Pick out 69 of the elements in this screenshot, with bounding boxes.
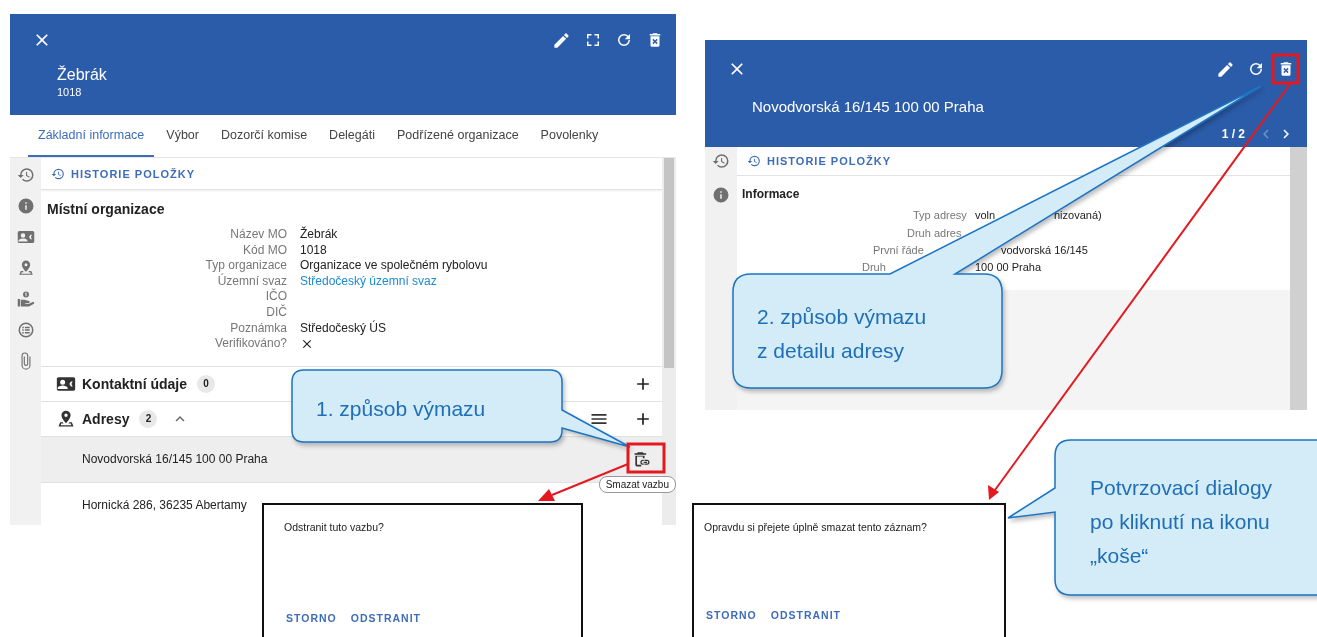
section-title: Místní organizace xyxy=(46,200,166,219)
info-icon[interactable] xyxy=(712,186,730,204)
history-icon xyxy=(51,166,65,181)
field-value: nizovaná) xyxy=(1054,208,1102,222)
field-label: Druh xyxy=(862,260,886,274)
panel-title[interactable]: Kontaktní údaje xyxy=(82,375,187,392)
field-label: IČO xyxy=(264,289,287,304)
panel-title[interactable]: Adresy xyxy=(82,410,130,427)
field-value: 1018 xyxy=(300,242,328,259)
callout-text: Potvrzovací dialogy po kliknutí na ikonu „koše“ xyxy=(1090,475,1273,569)
tab[interactable]: Dozorčí komise xyxy=(210,115,318,157)
refresh-icon[interactable] xyxy=(615,31,633,49)
callout-text: 1. způsob výmazu xyxy=(316,396,486,422)
field-label: Kód MO xyxy=(242,242,287,259)
window-subtitle: 1018 xyxy=(57,86,83,98)
refresh-icon[interactable] xyxy=(1247,60,1265,78)
field-label: Územní svaz xyxy=(216,273,287,288)
field-label: Druh adres xyxy=(907,226,962,240)
field-value: vodvorská 16/145 xyxy=(1001,243,1088,257)
field-value: 100 00 Praha xyxy=(975,260,1042,274)
field-value: Středočeský ÚS xyxy=(300,320,388,337)
window-title: Žebrák xyxy=(57,66,108,84)
history-link[interactable]: HISTORIE POLOŽKY xyxy=(767,155,891,167)
count-badge: 0 xyxy=(197,374,215,393)
dialog-message: Odstranit tuto vazbu? xyxy=(284,521,385,533)
field-label: Poznámka xyxy=(229,320,287,337)
dialog-button[interactable]: ODSTRANIT xyxy=(348,610,429,626)
history-icon xyxy=(747,154,761,168)
field-label: Název MO xyxy=(229,227,287,243)
dialog-button[interactable]: STORNO xyxy=(284,610,345,626)
hand-icon[interactable] xyxy=(16,290,35,308)
field-label: Typ adresy xyxy=(913,208,967,222)
field-value: voln xyxy=(975,208,996,222)
field-value: Organizace ve společném rybolovu xyxy=(300,258,489,274)
dialog-message: Opravdu si přejete úplně smazat tento záznam? xyxy=(704,521,928,533)
tab[interactable]: Delegáti xyxy=(319,115,385,157)
highlight-frame xyxy=(626,442,666,474)
callout-text: 2. způsob výmazu z detailu adresy xyxy=(757,304,927,364)
dialog-button[interactable]: STORNO xyxy=(704,607,765,623)
address-text: Novodvorská 16/145 100 00 Praha xyxy=(82,452,269,467)
history-link[interactable]: HISTORIE POLOŽKY xyxy=(71,167,195,180)
history-icon[interactable] xyxy=(16,166,35,184)
history-icon[interactable] xyxy=(712,152,730,170)
list-icon[interactable] xyxy=(16,321,35,339)
tab[interactable]: Povolenky xyxy=(530,115,609,157)
fullscreen-icon[interactable] xyxy=(584,31,602,49)
field-label: První řáde xyxy=(873,243,924,257)
pager-text: 1 / 2 xyxy=(1221,127,1245,141)
field-label: Typ organizace xyxy=(204,258,287,273)
window-title: Novodvorská 16/145 100 00 Praha xyxy=(751,98,985,115)
tooltip: Smazat vazbu xyxy=(598,476,676,493)
map-pin-icon xyxy=(56,408,76,429)
highlight-frame xyxy=(1271,53,1300,85)
field-value: Žebrák xyxy=(300,227,339,243)
contact-card-icon[interactable] xyxy=(16,228,35,246)
scrollbar-thumb[interactable] xyxy=(664,158,674,368)
scrollbar[interactable] xyxy=(1290,147,1307,410)
section-title: Informace xyxy=(741,186,801,203)
address-text: Hornická 286, 36235 Abertamy xyxy=(82,498,248,513)
info-icon[interactable] xyxy=(16,197,35,215)
field-label: DIČ xyxy=(265,304,287,321)
dialog-button[interactable]: ODSTRANIT xyxy=(768,607,849,623)
tab[interactable]: Podřízené organizace xyxy=(387,115,529,157)
tab[interactable]: Výbor xyxy=(156,115,209,157)
count-badge: 2 xyxy=(139,409,158,428)
trash-link-icon[interactable] xyxy=(632,449,652,470)
field-label: Verifikováno? xyxy=(213,336,287,352)
map-pin-icon[interactable] xyxy=(16,259,35,277)
field-link[interactable]: Středočeský územní svaz xyxy=(300,273,662,290)
